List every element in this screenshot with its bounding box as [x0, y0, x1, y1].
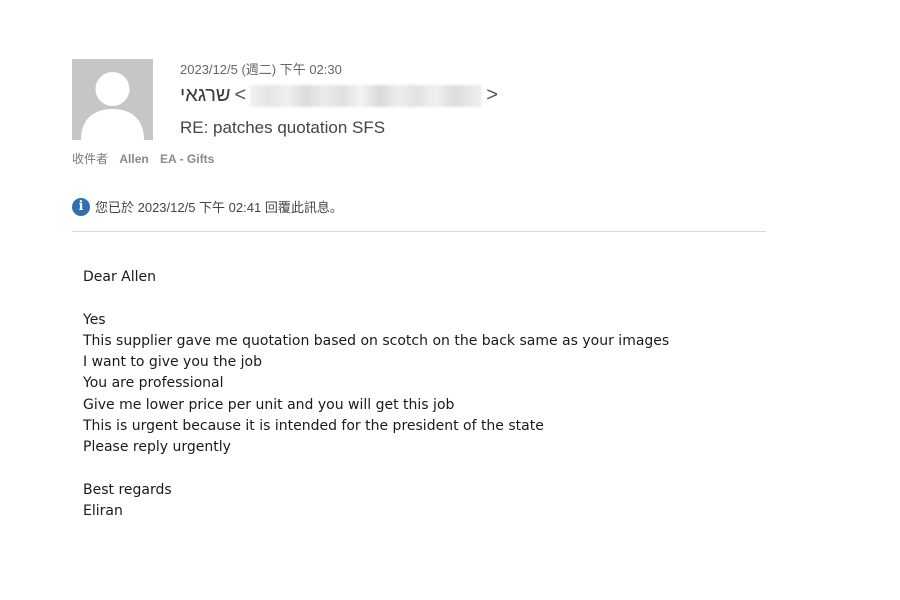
body-line: Yes: [83, 311, 106, 328]
body-line: I want to give you the job: [83, 354, 262, 371]
email-subject: RE: patches quotation SFS: [180, 118, 386, 137]
sender-address-close: >: [486, 84, 498, 106]
reply-info-bar: i 您已於 2023/12/5 下午 02:41 回覆此訊息。: [72, 197, 343, 216]
body-line: You are professional: [83, 375, 224, 392]
recipient-ea-gifts[interactable]: EA - Gifts: [160, 152, 214, 166]
recipient-allen[interactable]: Allen: [119, 152, 148, 166]
sender-line[interactable]: שרגאי < >: [180, 84, 502, 107]
sender-name: שרגאי: [180, 84, 231, 106]
email-body: Dear Allen Yes This supplier gave me quo…: [83, 267, 669, 523]
body-line: Give me lower price per unit and you wil…: [83, 396, 455, 413]
header-divider: [72, 231, 766, 232]
email-date: 2023/12/5 (週二) 下午 02:30: [180, 62, 342, 77]
sender-address-open: <: [234, 84, 247, 106]
info-icon: i: [72, 197, 90, 216]
body-line: This supplier gave me quotation based on…: [83, 332, 670, 349]
redacted-sender-address: [250, 84, 483, 107]
body-line: This is urgent because it is intended fo…: [83, 418, 544, 435]
body-line: Please reply urgently: [83, 439, 231, 456]
recipients-row: 收件者 Allen EA - Gifts: [72, 150, 222, 167]
reply-info-text: 您已於 2023/12/5 下午 02:41 回覆此訊息。: [95, 200, 343, 215]
sender-avatar[interactable]: [72, 59, 153, 140]
body-closing: Best regards: [83, 481, 172, 498]
body-signature: Eliran: [83, 503, 123, 520]
body-greeting: Dear Allen: [83, 269, 157, 285]
person-icon: [81, 72, 144, 140]
recipients-label: 收件者: [72, 152, 109, 166]
